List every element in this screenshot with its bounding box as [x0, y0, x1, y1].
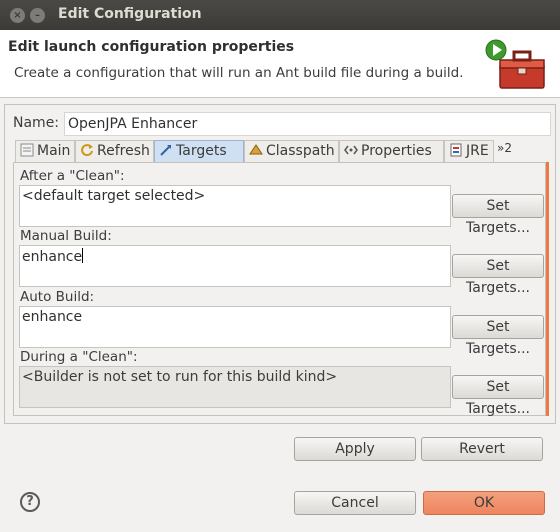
manual-build-label: Manual Build: — [20, 228, 112, 244]
auto-build-targets-value: enhance — [22, 309, 83, 325]
cancel-button[interactable]: Cancel — [294, 491, 416, 515]
tab-classpath-label: Classpath — [266, 143, 335, 159]
revert-button[interactable]: Revert — [421, 437, 543, 461]
help-icon[interactable]: ? — [20, 492, 40, 512]
after-clean-targets-value: <default target selected> — [22, 188, 206, 204]
during-clean-label: During a "Clean": — [20, 349, 138, 365]
window-title: Edit Configuration — [58, 6, 202, 22]
targets-panel: After a "Clean": <default target selecte… — [13, 162, 546, 417]
manual-build-targets-value: enhance — [22, 249, 83, 265]
during-clean-targets-value: <Builder is not set to run for this buil… — [22, 369, 338, 385]
tab-refresh[interactable]: Refresh — [75, 140, 154, 162]
minimize-window-button[interactable]: – — [30, 8, 45, 23]
jre-icon — [450, 143, 462, 157]
ok-button[interactable]: OK — [423, 491, 545, 515]
tab-classpath[interactable]: Classpath — [244, 140, 339, 162]
close-window-button[interactable]: × — [10, 8, 25, 23]
during-clean-set-targets-button[interactable]: Set Targets... — [452, 375, 544, 417]
text-caret — [82, 248, 84, 263]
header-title: Edit launch configuration properties — [8, 39, 295, 55]
tab-properties[interactable]: Properties — [339, 140, 444, 162]
tab-main-label: Main — [37, 143, 71, 159]
classpath-icon — [249, 144, 263, 155]
during-clean-targets-field: <Builder is not set to run for this buil… — [19, 366, 451, 408]
auto-build-set-targets-button[interactable]: Set Targets... — [452, 315, 544, 357]
refresh-icon — [81, 144, 93, 157]
manual-build-set-targets-button[interactable]: Set Targets... — [452, 254, 544, 296]
auto-build-label: Auto Build: — [20, 289, 95, 305]
after-clean-label: After a "Clean": — [20, 168, 125, 184]
name-label: Name: — [13, 115, 60, 131]
name-input[interactable] — [64, 112, 551, 136]
tab-refresh-label: Refresh — [97, 143, 150, 159]
main-tab-icon — [20, 143, 34, 157]
dialog-header: Edit launch configuration properties Cre… — [0, 30, 560, 98]
header-description: Create a configuration that will run an … — [14, 65, 464, 81]
tab-targets-label: Targets — [176, 143, 227, 159]
properties-icon — [344, 145, 358, 155]
after-clean-set-targets-button[interactable]: Set Targets... — [452, 194, 544, 236]
title-bar: × – Edit Configuration — [0, 0, 560, 30]
after-clean-targets-field[interactable]: <default target selected> — [19, 185, 451, 227]
apply-button[interactable]: Apply — [294, 437, 416, 461]
more-tabs-chevron[interactable]: »2 — [497, 141, 512, 155]
tab-bar: Main Refresh Targets Classpath Propertie… — [15, 140, 549, 162]
targets-icon — [160, 145, 171, 156]
tab-properties-label: Properties — [361, 143, 432, 159]
auto-build-targets-field[interactable]: enhance — [19, 306, 451, 348]
tab-targets[interactable]: Targets — [154, 140, 244, 162]
tab-jre[interactable]: JRE — [444, 140, 494, 162]
configuration-frame: Name: Main Refresh Targets Classpath Pro… — [4, 104, 556, 424]
tab-main[interactable]: Main — [15, 140, 75, 162]
manual-build-targets-field[interactable]: enhance — [19, 245, 451, 287]
ant-toolbox-run-icon — [485, 39, 545, 89]
panel-scroll-indicator[interactable] — [546, 162, 549, 416]
tab-jre-label: JRE — [466, 143, 489, 159]
